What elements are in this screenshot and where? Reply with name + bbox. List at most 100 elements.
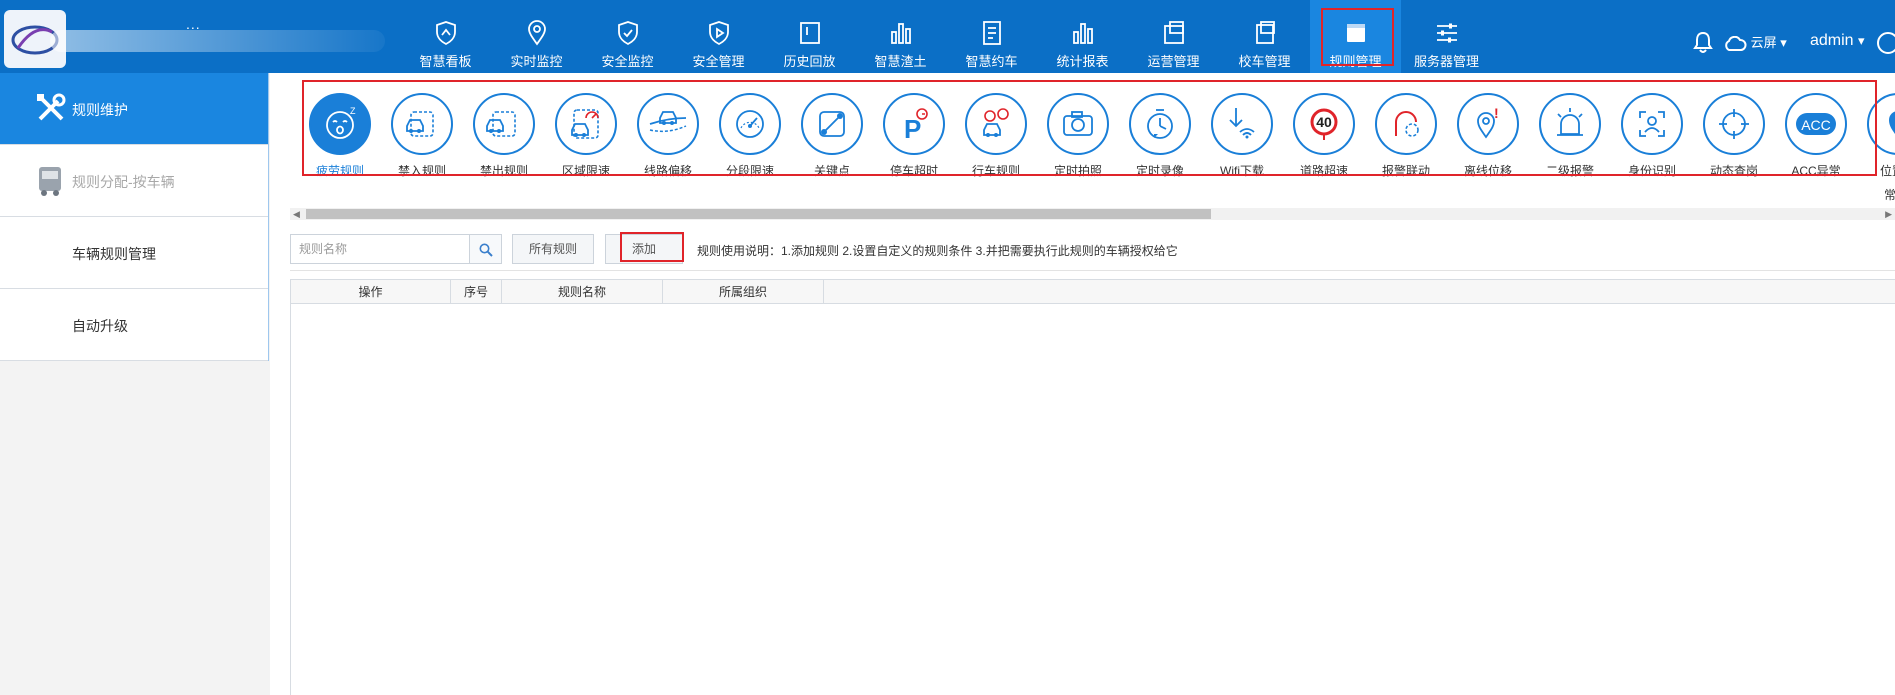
sidebar-item-1[interactable]: 规则分配-按车辆 [0, 145, 269, 217]
search-button[interactable] [470, 234, 502, 264]
rule-type-label: 区域限速 [561, 164, 610, 178]
rule-type-label: 线路偏移 [643, 164, 692, 178]
bar-chart-icon [1072, 23, 1093, 44]
no-entry-car-icon [406, 111, 434, 137]
rule-icon-circle [719, 93, 781, 155]
key-point-icon [819, 111, 845, 137]
svg-text:40: 40 [1316, 114, 1332, 130]
rule-type-12[interactable]: 40 道路超速 [1284, 93, 1364, 193]
user-menu[interactable]: admin ▾ [1810, 32, 1865, 50]
nav-item-label: 安全监控 [601, 54, 654, 69]
rule-icon-circle [1621, 93, 1683, 155]
rule-type-17[interactable]: 动态查岗 [1694, 93, 1774, 193]
rule-type-11[interactable]: Wifi下载 [1202, 93, 1282, 193]
rule-usage-instructions: 规则使用说明：1.添加规则 2.设置自定义的规则条件 3.并把需要执行此规则的车… [697, 244, 1178, 258]
rule-type-4[interactable]: 线路偏移 [628, 93, 708, 193]
rule-type-label: 身份识别 [1627, 164, 1676, 178]
column-header[interactable]: 序号 [451, 280, 502, 304]
rule-toolbar: 所有规则 添加 规则使用说明：1.添加规则 2.设置自定义的规则条件 3.并把需… [290, 232, 1895, 268]
rule-type-16[interactable]: 身份识别 [1612, 93, 1692, 193]
all-rules-button[interactable]: 所有规则 [512, 234, 594, 264]
add-rule-button[interactable]: 添加 [605, 234, 683, 264]
column-header[interactable]: 操作 [291, 280, 451, 304]
column-header[interactable]: 所属组织 [663, 280, 824, 304]
camera-icon [1063, 111, 1093, 136]
search-icon [479, 243, 493, 257]
nav-item-label: 历史回放 [783, 54, 836, 69]
rule-type-0[interactable]: Z 疲劳规则 [300, 93, 380, 193]
nav-item-9[interactable]: 校车管理 [1219, 0, 1310, 73]
rule-type-15[interactable]: 二级报警 [1530, 93, 1610, 193]
nav-item-7[interactable]: 统计报表 [1037, 0, 1128, 73]
cloud-icon [1725, 35, 1747, 51]
sidebar-item-0[interactable]: 规则维护 [0, 73, 269, 145]
rule-type-label: 动态查岗 [1709, 164, 1758, 178]
rule-strip-scrollbar[interactable]: ◀ ▶ [290, 208, 1895, 220]
parking-timeout-icon: P [904, 108, 928, 144]
nav-item-2[interactable]: 安全监控 [582, 0, 673, 73]
sidebar-item-label: 车辆规则管理 [72, 246, 156, 262]
rule-type-10[interactable]: 定时录像 [1120, 93, 1200, 193]
rule-type-label: 离线位移 [1463, 164, 1512, 178]
rule-type-2[interactable]: 禁出规则 [464, 93, 544, 193]
cloud-screen-menu[interactable]: 云屏 ▾ [1723, 32, 1787, 52]
nav-item-0[interactable]: 智慧看板 [400, 0, 491, 73]
document-list-icon [982, 21, 1001, 45]
sliders-icon [1436, 23, 1457, 43]
rule-type-6[interactable]: 关键点 [792, 93, 872, 193]
nav-item-3[interactable]: 安全管理 [673, 0, 764, 73]
nav-item-11[interactable]: 服务器管理 [1401, 0, 1492, 73]
rule-type-7[interactable]: P 停车超时 [874, 93, 954, 193]
sidebar: 规则维护 规则分配-按车辆车辆规则管理自动升级 [0, 73, 270, 695]
shield-check-icon [617, 21, 638, 46]
nav-item-5[interactable]: 智慧渣土 [855, 0, 946, 73]
rule-type-8[interactable]: 行车规则 [956, 93, 1036, 193]
column-header[interactable]: 规则名称 [502, 280, 663, 304]
speed-limit-40-icon: 40 [1310, 108, 1338, 140]
rule-icon-circle [1047, 93, 1109, 155]
logout-power-icon[interactable] [1877, 32, 1895, 54]
scroll-left-arrow-icon[interactable]: ◀ [293, 209, 300, 220]
rule-type-19[interactable]: 位置上 [1858, 93, 1895, 193]
rule-icon-circle: P [883, 93, 945, 155]
operations-icon [1163, 21, 1184, 44]
scroll-right-arrow-icon[interactable]: ▶ [1885, 209, 1892, 220]
sidebar-item-2[interactable]: 车辆规则管理 [0, 217, 269, 289]
rule-icon-circle [1703, 93, 1765, 155]
notification-bell-icon[interactable] [1692, 30, 1714, 54]
rule-type-5[interactable]: 分段限速 [710, 93, 790, 193]
rule-type-label: 禁入规则 [397, 164, 446, 178]
rule-type-1[interactable]: 禁入规则 [382, 93, 462, 193]
active-nav-highlight-box [1321, 8, 1394, 66]
speedometer-icon [736, 110, 764, 138]
location-pin-icon [527, 20, 546, 46]
rule-type-14[interactable]: ! 离线位移 [1448, 93, 1528, 193]
history-playback-icon [799, 22, 820, 44]
rule-icon-circle [1129, 93, 1191, 155]
location-icon [1889, 111, 1895, 134]
rule-type-strip: Z 疲劳规则 禁入规则 禁出规则 区域限速 线路偏移 分段限速 关键点 P 停车超时 行车规则 定时拍… [290, 73, 1895, 223]
bar-chart-icon [890, 23, 911, 44]
nav-item-10[interactable]: 规则管理 [1310, 0, 1401, 73]
wifi-download-icon [1229, 108, 1255, 139]
rule-type-13[interactable]: 报警联动 [1366, 93, 1446, 193]
sidebar-item-3[interactable]: 自动升级 [0, 289, 269, 361]
rule-icon-circle: Z [309, 93, 371, 155]
offline-move-icon: ! [1477, 105, 1499, 139]
nav-item-label: 运营管理 [1147, 54, 1200, 69]
rule-type-9[interactable]: 定时拍照 [1038, 93, 1118, 193]
nav-item-4[interactable]: 历史回放 [764, 0, 855, 73]
rule-type-label: 位置上 [1879, 164, 1895, 178]
rule-icon-circle [1539, 93, 1601, 155]
nav-item-6[interactable]: 智慧约车 [946, 0, 1037, 73]
rule-icon-circle [391, 93, 453, 155]
svg-text:Z: Z [350, 106, 356, 116]
nav-item-1[interactable]: 实时监控 [491, 0, 582, 73]
rule-type-18[interactable]: ACC ACC异常 [1776, 93, 1856, 193]
scrollbar-thumb[interactable] [306, 209, 1211, 219]
rule-type-3[interactable]: 区域限速 [546, 93, 626, 193]
brand-dots: ... [186, 16, 201, 32]
nav-item-8[interactable]: 运营管理 [1128, 0, 1219, 73]
rule-name-search-input[interactable] [290, 234, 470, 264]
username: admin [1810, 32, 1854, 49]
